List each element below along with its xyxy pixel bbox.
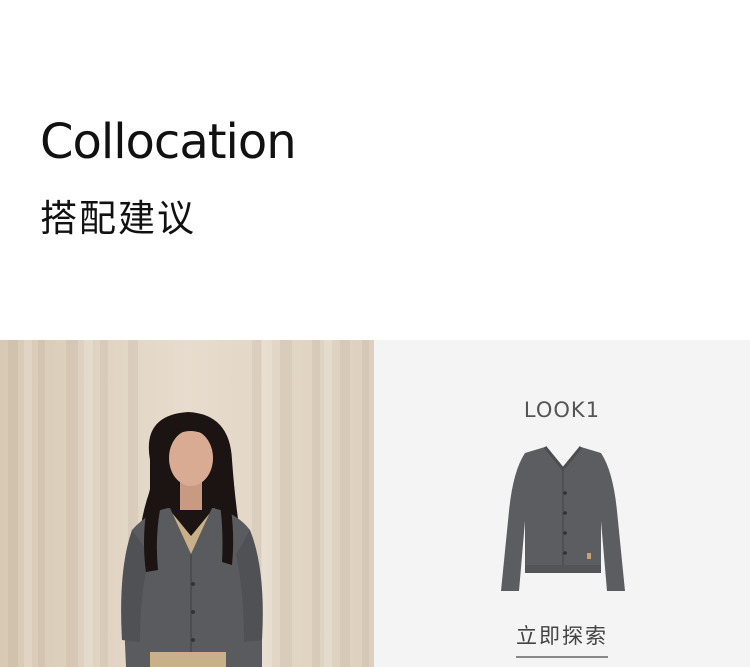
section-header: Collocation 搭配建议: [0, 0, 750, 340]
section-title-cn: 搭配建议: [40, 197, 196, 240]
section-title-en: Collocation: [40, 114, 297, 170]
explore-now-link[interactable]: 立即探索: [374, 620, 750, 658]
model-photo[interactable]: [0, 340, 374, 667]
look-label: LOOK1: [523, 398, 601, 422]
cardigan-product-image[interactable]: [501, 441, 625, 601]
explore-now-label: 立即探索: [516, 620, 608, 658]
look-panel: LOOK1 立即探索: [374, 340, 750, 667]
model-photo-image: [0, 340, 374, 667]
